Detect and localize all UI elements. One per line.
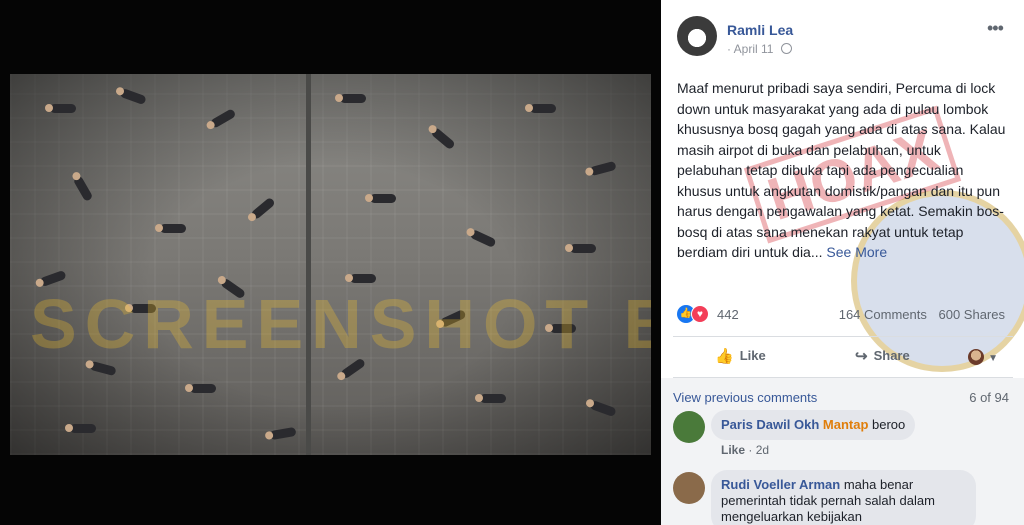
author-name[interactable]: Ramli Lea [727, 22, 793, 38]
comments-page-count: 6 of 94 [969, 390, 1009, 405]
photo-figure [430, 126, 456, 151]
photo-figure [72, 174, 94, 203]
photo-figure [589, 160, 617, 177]
share-label: Share [873, 348, 910, 363]
like-icon: 👍 [715, 348, 734, 365]
photo-pole [306, 74, 311, 455]
share-button[interactable]: ↪ Share [855, 347, 910, 365]
commenter-avatar[interactable] [673, 411, 705, 443]
post-date[interactable]: · April 11 [727, 42, 792, 56]
comment-bubble: Rudi Voeller Arman maha benar pemerintah… [711, 470, 976, 525]
photo-figure [45, 104, 76, 113]
photo-figure [65, 424, 96, 433]
photo-figure [209, 108, 237, 129]
post-as-selector[interactable]: ▼ [968, 348, 998, 366]
photo-figure [365, 194, 396, 203]
user-avatar [968, 348, 985, 365]
photo-figure [335, 94, 366, 103]
like-button[interactable]: 👍 Like [715, 347, 766, 365]
reaction-count[interactable]: 442 [717, 307, 739, 322]
globe-icon [780, 43, 792, 54]
tagged-text[interactable]: Mantap [823, 417, 869, 432]
post-actions: 👍 Like ↪ Share ▼ [661, 340, 1024, 372]
shares-count[interactable]: 600 Shares [939, 307, 1006, 322]
photo-figure [119, 87, 147, 106]
commenter-avatar[interactable] [673, 472, 705, 504]
comment-text: beroo [872, 417, 906, 432]
post-text: Maaf menurut pribadi saya sendiri, Percu… [677, 78, 1007, 263]
photo-figure [155, 224, 186, 233]
commenter-name[interactable]: Rudi Voeller Arman [721, 477, 840, 492]
date-separator: · [727, 42, 731, 56]
photo-figure [250, 196, 276, 221]
comment-meta: Like · 2d [721, 443, 769, 457]
photo-figure [269, 426, 297, 441]
screenshot-watermark: SCREENSHOT BY [30, 285, 651, 363]
post-photo[interactable]: SCREENSHOT BY [10, 74, 651, 455]
photo-figure [589, 399, 617, 418]
like-label: Like [739, 348, 766, 363]
meta-separator: · [748, 443, 753, 457]
post-date-text[interactable]: April 11 [734, 42, 774, 56]
photo-viewer: SCREENSHOT BY [0, 0, 661, 525]
love-reaction-icon: ♥ [691, 305, 709, 323]
photo-figure [185, 384, 216, 393]
share-icon: ↪ [855, 348, 868, 365]
divider [673, 336, 1013, 337]
photo-figure [525, 104, 556, 113]
photo-figure [469, 228, 497, 249]
comments-count[interactable]: 164 Comments [839, 307, 927, 322]
view-previous-comments-link[interactable]: View previous comments [673, 390, 817, 405]
post-body: Maaf menurut pribadi saya sendiri, Percu… [677, 80, 1006, 260]
photo-figure [345, 274, 376, 283]
see-more-link[interactable]: See More [826, 244, 887, 260]
chevron-down-icon: ▼ [988, 353, 998, 364]
comment-like-button[interactable]: Like [721, 443, 745, 457]
more-options-icon[interactable]: ••• [987, 18, 1004, 39]
commenter-name[interactable]: Paris Dawil Okh [721, 417, 819, 432]
engagement-counts: 164 Comments 600 Shares [839, 307, 1005, 322]
comment-bubble: Paris Dawil Okh Mantap beroo [711, 410, 916, 440]
author-avatar[interactable] [677, 16, 717, 56]
comment-time[interactable]: 2d [756, 443, 769, 457]
photo-figure [565, 244, 596, 253]
photo-figure [475, 394, 506, 403]
post-panel: Ramli Lea · April 11 ••• HOAX Maaf menur… [661, 0, 1024, 525]
